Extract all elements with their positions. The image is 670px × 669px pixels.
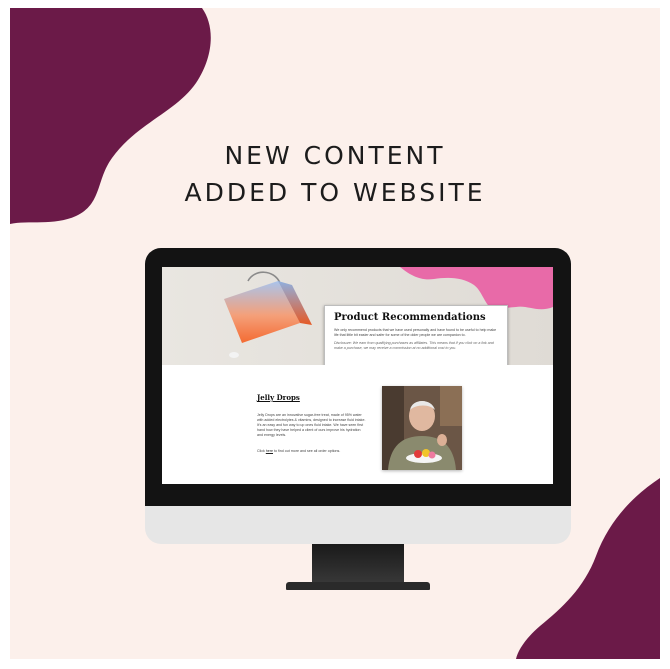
product-link-prefix: Click bbox=[257, 449, 266, 453]
pink-figure bbox=[400, 267, 553, 310]
hero-card-title: Product Recommendations bbox=[334, 312, 486, 323]
hero-banner: Product Recommendations We only recommen… bbox=[162, 267, 553, 365]
hand-shape bbox=[229, 352, 239, 358]
elderly-man-photo bbox=[382, 386, 462, 470]
product-description: Jelly Drops are an innovative sugar-free… bbox=[257, 413, 366, 437]
monitor-stand-neck bbox=[312, 544, 404, 586]
jelly-drop-red bbox=[414, 450, 422, 458]
product-recommendations-card: Product Recommendations We only recommen… bbox=[324, 305, 508, 365]
monitor-stand-foot bbox=[286, 582, 430, 590]
website-screen: Product Recommendations We only recommen… bbox=[162, 267, 553, 484]
shopping-bag-handle bbox=[247, 271, 281, 284]
jelly-drop-pink bbox=[428, 451, 436, 459]
poster: NEW CONTENT ADDED TO WEBSITE Product Rec… bbox=[10, 8, 660, 659]
product-link-line: Click here to find out more and see all … bbox=[257, 449, 377, 454]
hero-card-disclosure: Disclosure: We earn from qualifying purc… bbox=[334, 341, 494, 350]
headline-line-2: ADDED TO WEBSITE bbox=[184, 178, 486, 207]
product-link-suffix: to find out more and see all order optio… bbox=[273, 449, 341, 453]
monitor: Product Recommendations We only recommen… bbox=[145, 248, 571, 544]
man-hand bbox=[437, 434, 447, 446]
monitor-bezel: Product Recommendations We only recommen… bbox=[145, 248, 571, 506]
product-here-link[interactable]: here bbox=[266, 449, 273, 453]
product-title-link[interactable]: Jelly Drops bbox=[257, 393, 300, 402]
product-photo bbox=[382, 386, 462, 470]
hero-card-intro: We only recommend products that we have … bbox=[334, 328, 497, 337]
headline-line-1: NEW CONTENT bbox=[224, 141, 446, 170]
